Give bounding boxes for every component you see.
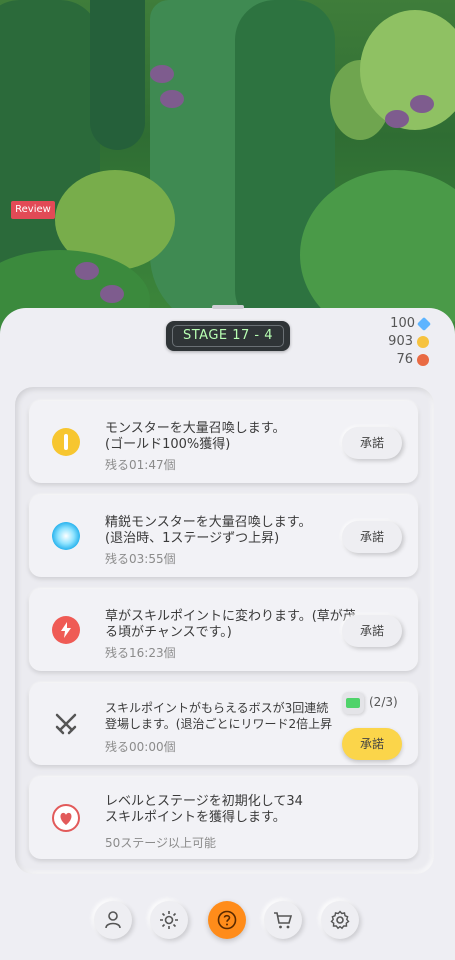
forest-background: [0, 0, 455, 340]
orb-icon: [417, 354, 429, 366]
accept-button[interactable]: 承諾: [342, 521, 402, 553]
gem-count: 100: [390, 316, 415, 331]
orb-count: 76: [396, 352, 413, 367]
flower: [160, 90, 184, 108]
card-text-line1: 草がスキルポイントに変わります。(草が茂: [105, 609, 356, 624]
heart-icon: [52, 804, 80, 832]
coin-icon: [417, 336, 429, 348]
lightning-icon: [52, 616, 80, 644]
card-remaining: 残る03:55個: [105, 552, 176, 566]
quest-card-elite-summon: 精鋭モンスターを大量召喚します。 (退治時、1ステージずつ上昇) 残る03:55…: [29, 495, 418, 577]
quest-card-reset: レベルとステージを初期化して34 スキルポイントを獲得します。 50ステージ以上…: [29, 777, 418, 859]
card-text-line2: 登場します。(退治ごとにリワード2倍上昇: [105, 717, 333, 731]
flower: [100, 285, 124, 303]
accept-button[interactable]: 承諾: [342, 615, 402, 647]
coin-count: 903: [388, 334, 413, 349]
nav-shop-button[interactable]: [264, 901, 302, 939]
card-text-line1: 精鋭モンスターを大量召喚します。: [105, 515, 312, 530]
card-remaining: 残る16:23個: [105, 646, 176, 660]
quest-card-gold-summon: モンスターを大量召喚します。 (ゴールド100%獲得) 残る01:47個 承諾: [29, 401, 418, 483]
orb-counter: 76: [396, 351, 429, 369]
stage-indicator: STAGE 17 - 4: [166, 321, 290, 351]
ad-tv-icon: [342, 692, 364, 714]
coin-counter: 903: [388, 333, 429, 351]
stage-label: STAGE 17 - 4: [172, 325, 284, 347]
nav-skill-button[interactable]: [150, 901, 188, 939]
quest-card-boss-rush: スキルポイントがもらえるボスが3回連続 登場します。(退治ごとにリワード2倍上昇…: [29, 683, 418, 765]
accept-button-ad[interactable]: 承諾: [342, 728, 402, 760]
nav-profile-button[interactable]: [94, 901, 132, 939]
sun-skill-icon: [160, 911, 178, 929]
card-text-line1: スキルポイントがもらえるボスが3回連続: [105, 701, 329, 715]
card-text-line1: レベルとステージを初期化して34: [105, 794, 303, 809]
crossed-swords-icon: [52, 710, 80, 738]
flower: [150, 65, 174, 83]
review-tag[interactable]: Review: [11, 201, 55, 219]
card-text-line2: スキルポイントを獲得します。: [105, 810, 286, 825]
flower: [75, 262, 99, 280]
card-text-line2: (ゴールド100%獲得): [105, 437, 231, 452]
coin-icon: [52, 428, 80, 456]
gem-counter: 100: [390, 315, 432, 333]
card-remaining: 残る00:00個: [105, 740, 176, 754]
drag-handle[interactable]: [212, 305, 244, 309]
gem-icon: [416, 316, 432, 332]
quest-card-grass-skill: 草がスキルポイントに変わります。(草が茂 る頃がチャンスです。) 残る16:23…: [29, 589, 418, 671]
nav-settings-button[interactable]: [321, 901, 359, 939]
flower: [385, 110, 409, 128]
accept-button[interactable]: 承諾: [342, 427, 402, 459]
card-remaining: 残る01:47個: [105, 458, 176, 472]
spark-burst-icon: [52, 522, 80, 550]
nav-quest-button[interactable]: [208, 901, 246, 939]
card-text-line1: モンスターを大量召喚します。: [105, 421, 286, 436]
flower: [410, 95, 434, 113]
ad-count: (2/3): [369, 695, 398, 709]
card-requirement: 50ステージ以上可能: [105, 836, 217, 850]
cart-icon: [274, 912, 293, 929]
tree-trunk: [90, 0, 145, 150]
gear-icon: [330, 910, 350, 930]
card-text-line2: る頃がチャンスです。): [105, 625, 232, 640]
card-text-line2: (退治時、1ステージずつ上昇): [105, 531, 280, 546]
user-icon: [105, 911, 121, 929]
question-icon: [217, 910, 237, 930]
